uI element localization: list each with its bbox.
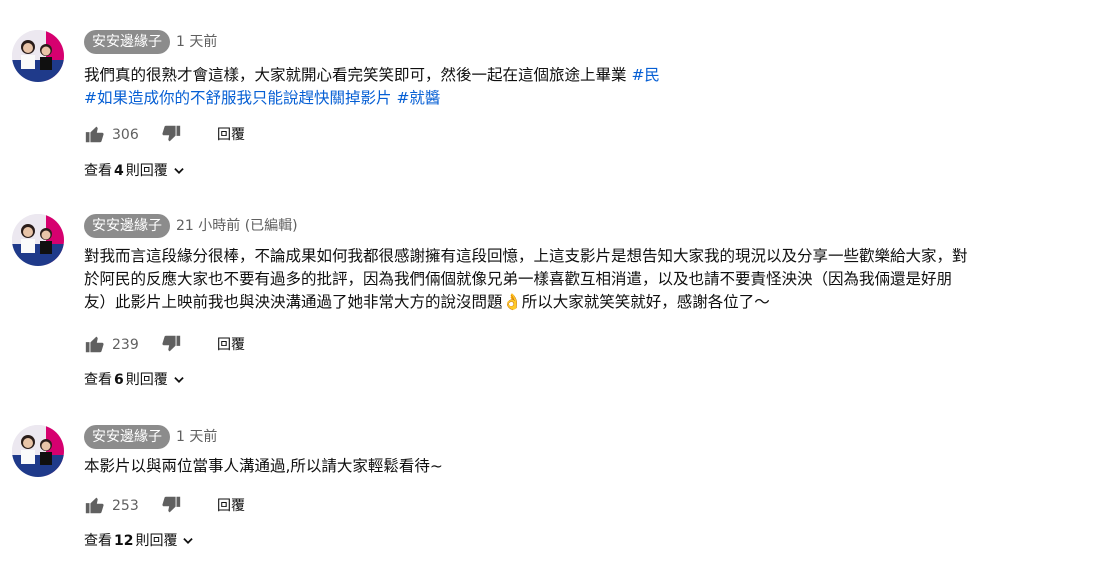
thumbs-down-icon — [162, 496, 181, 513]
view-replies-suffix: 則回覆 — [125, 372, 168, 388]
comment-timestamp[interactable]: 21 小時前 (已編輯) — [176, 214, 298, 238]
comment-text-line: 本影片以與兩位當事人溝通過,所以請大家輕鬆看待~ — [84, 457, 443, 475]
avatar-image — [12, 30, 64, 82]
comment-text: 本影片以與兩位當事人溝通過,所以請大家輕鬆看待~ — [84, 455, 1084, 478]
avatar[interactable] — [12, 214, 64, 266]
dislike-button[interactable] — [160, 123, 184, 147]
hashtag-link[interactable]: #民 — [631, 66, 660, 84]
view-replies-label: 查看 — [84, 372, 112, 388]
like-button[interactable] — [84, 494, 108, 518]
thumbs-up-icon — [85, 497, 104, 514]
like-count: 239 — [112, 337, 139, 353]
view-replies-label: 查看 — [84, 533, 112, 549]
like-count: 253 — [112, 498, 139, 514]
view-replies-suffix: 則回覆 — [135, 533, 178, 549]
thumbs-down-icon — [162, 335, 181, 352]
comment-toolbar: 253 回覆 — [84, 494, 384, 518]
comment-text: 對我而言這段緣分很棒，不論成果如何我都很感謝擁有這段回憶，上這支影片是想告知大家… — [84, 245, 1084, 314]
comment: 安安邊緣子 21 小時前 (已編輯) 對我而言這段緣分很棒，不論成果如何我都很感… — [0, 214, 1099, 394]
comment-text-line: 我們真的很熟才會這樣，大家就開心看完笑笑即可，然後一起在這個旅途上畢業 — [84, 66, 632, 84]
reply-button[interactable]: 回覆 — [217, 333, 245, 357]
thumbs-down-icon — [162, 125, 181, 142]
comment-timestamp[interactable]: 1 天前 — [176, 30, 217, 54]
comment: 安安邊緣子 1 天前 本影片以與兩位當事人溝通過,所以請大家輕鬆看待~ 253 … — [0, 425, 1099, 555]
author-name[interactable]: 安安邊緣子 — [84, 214, 170, 238]
comment-toolbar: 306 回覆 — [84, 123, 384, 147]
like-button[interactable] — [84, 333, 108, 357]
view-replies-label: 查看 — [84, 163, 112, 179]
comment-text-line: 友）此影片上映前我也與泱泱溝通過了她非常大方的說沒問題👌所以大家就笑笑就好，感謝… — [84, 293, 770, 311]
chevron-down-icon — [174, 168, 184, 174]
view-replies-button[interactable]: 查看 4 則回覆 — [84, 159, 186, 183]
avatar[interactable] — [12, 30, 64, 82]
thumbs-up-icon — [85, 126, 104, 143]
author-name[interactable]: 安安邊緣子 — [84, 30, 170, 54]
view-replies-button[interactable]: 查看 6 則回覆 — [84, 368, 186, 392]
comment-text-line: 於阿民的反應大家也不要有過多的批評，因為我們倆個就像兄弟一樣喜歡互相消遣，以及也… — [84, 270, 953, 288]
hashtag-link[interactable]: #如果造成你的不舒服我只能說趕快關掉影片 — [84, 89, 392, 107]
comment-timestamp[interactable]: 1 天前 — [176, 425, 217, 449]
avatar-image — [12, 425, 64, 477]
reply-count: 6 — [114, 372, 124, 388]
like-count: 306 — [112, 127, 139, 143]
view-replies-button[interactable]: 查看 12 則回覆 — [84, 529, 195, 553]
reply-count: 4 — [114, 163, 124, 179]
comment: 安安邊緣子 1 天前 我們真的很熟才會這樣，大家就開心看完笑笑即可，然後一起在這… — [0, 30, 1099, 185]
avatar[interactable] — [12, 425, 64, 477]
comment-text: 我們真的很熟才會這樣，大家就開心看完笑笑即可，然後一起在這個旅途上畢業 #民 #… — [84, 64, 1084, 110]
reply-button[interactable]: 回覆 — [217, 123, 245, 147]
thumbs-up-icon — [85, 336, 104, 353]
chevron-down-icon — [183, 538, 194, 544]
author-name[interactable]: 安安邊緣子 — [84, 425, 170, 449]
comment-text-line: 對我而言這段緣分很棒，不論成果如何我都很感謝擁有這段回憶，上這支影片是想告知大家… — [84, 247, 968, 265]
hashtag-link[interactable]: #就醬 — [396, 89, 440, 107]
view-replies-suffix: 則回覆 — [125, 163, 168, 179]
reply-button[interactable]: 回覆 — [217, 494, 245, 518]
comment-toolbar: 239 回覆 — [84, 333, 384, 357]
dislike-button[interactable] — [160, 333, 184, 357]
dislike-button[interactable] — [160, 494, 184, 518]
like-button[interactable] — [84, 123, 108, 147]
avatar-image — [12, 214, 64, 266]
chevron-down-icon — [174, 377, 184, 383]
reply-count: 12 — [114, 533, 134, 549]
